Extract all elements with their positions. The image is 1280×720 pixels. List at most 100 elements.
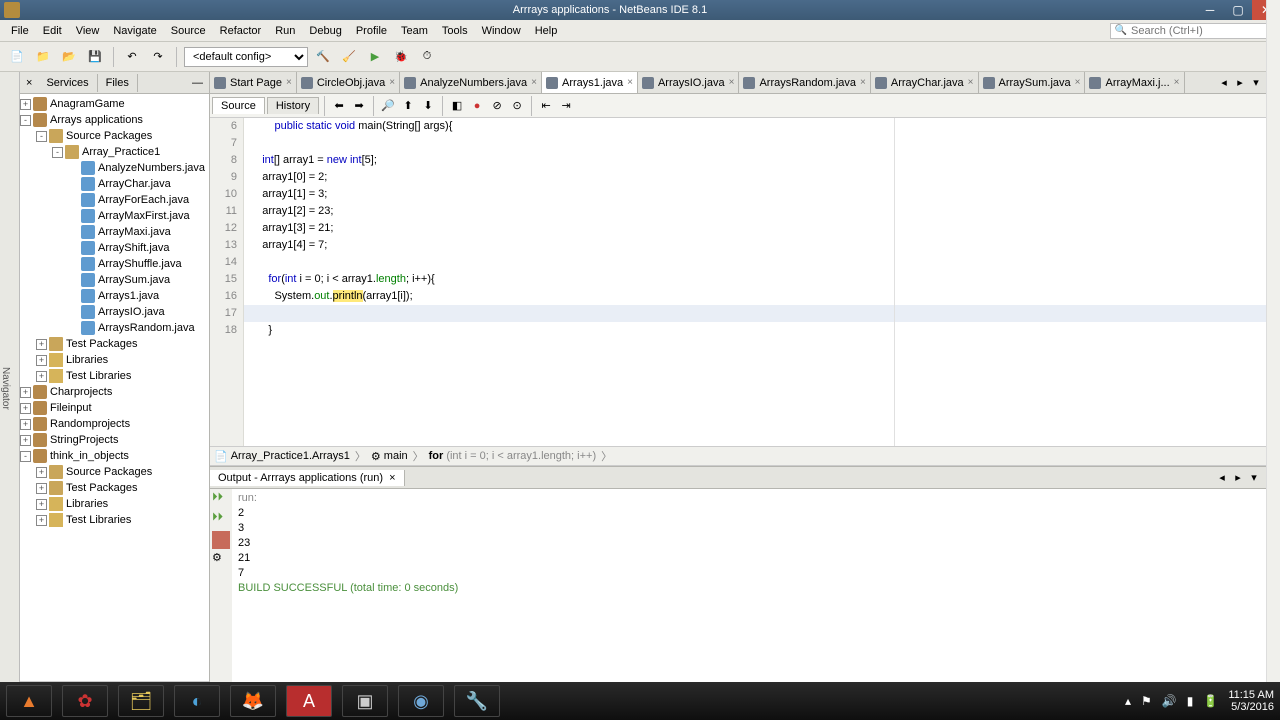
stop-icon[interactable]: ● xyxy=(468,97,486,115)
menu-file[interactable]: File xyxy=(4,23,36,39)
code-body[interactable]: public static void main(String[] args){ … xyxy=(244,118,1280,446)
save-all-icon[interactable]: 💾 xyxy=(84,46,106,68)
battery-icon[interactable]: 🔋 xyxy=(1203,694,1218,708)
tree-node[interactable]: ArraySum.java xyxy=(20,272,209,288)
undo-icon[interactable]: ↶ xyxy=(121,46,143,68)
services-tab[interactable]: Services xyxy=(38,74,97,92)
find-next-icon[interactable]: ⬇ xyxy=(419,97,437,115)
output-dropdown-icon[interactable]: ▾ xyxy=(1246,471,1262,484)
search-input[interactable] xyxy=(1131,25,1271,37)
tree-node[interactable]: -Source Packages xyxy=(20,128,209,144)
tree-node[interactable]: +Fileinput xyxy=(20,400,209,416)
network-icon[interactable]: ▮ xyxy=(1187,694,1194,708)
run-icon[interactable]: ▶ xyxy=(364,46,386,68)
find-selection-icon[interactable]: 🔎 xyxy=(379,97,397,115)
nav-fwd-icon[interactable]: ➡ xyxy=(350,97,368,115)
menu-edit[interactable]: Edit xyxy=(36,23,69,39)
menu-team[interactable]: Team xyxy=(394,23,435,39)
editor-tab[interactable]: ArrayMaxi.j...× xyxy=(1085,72,1184,94)
tree-node[interactable]: ArrayForEach.java xyxy=(20,192,209,208)
menu-tools[interactable]: Tools xyxy=(435,23,475,39)
output-prev-icon[interactable]: ◂ xyxy=(1214,471,1230,484)
editor-tab[interactable]: ArraysIO.java× xyxy=(638,72,739,94)
tree-node[interactable]: +AnagramGame xyxy=(20,96,209,112)
editor-tab[interactable]: ArraySum.java× xyxy=(979,72,1086,94)
editor-tab[interactable]: ArraysRandom.java× xyxy=(739,72,870,94)
menu-navigate[interactable]: Navigate xyxy=(106,23,163,39)
tab-close-icon[interactable]: × xyxy=(729,77,735,88)
chrome-icon[interactable]: ◐ xyxy=(174,685,220,717)
project-tree[interactable]: +AnagramGame-Arrays applications-Source … xyxy=(20,94,209,681)
tabs-right-icon[interactable]: ▸ xyxy=(1232,76,1248,89)
new-project-icon[interactable]: 📁 xyxy=(32,46,54,68)
comment-icon[interactable]: ⊘ xyxy=(488,97,506,115)
tree-node[interactable]: +Test Packages xyxy=(20,480,209,496)
volume-icon[interactable]: 🔊 xyxy=(1162,694,1177,708)
menu-view[interactable]: View xyxy=(69,23,107,39)
rerun2-icon[interactable]: ⏵⏵ xyxy=(212,511,230,529)
tab-close-icon[interactable]: × xyxy=(1075,77,1081,88)
firefox-icon[interactable]: 🦊 xyxy=(230,685,276,717)
menu-source[interactable]: Source xyxy=(164,23,213,39)
tree-node[interactable]: +StringProjects xyxy=(20,432,209,448)
error-stripe[interactable] xyxy=(1266,118,1280,446)
netbeans-icon[interactable]: ◉ xyxy=(398,685,444,717)
tree-node[interactable]: +Randomprojects xyxy=(20,416,209,432)
adobe-reader-icon[interactable]: A xyxy=(286,685,332,717)
editor-tab[interactable]: Start Page× xyxy=(210,72,297,94)
output-tab-close-icon[interactable]: × xyxy=(389,472,395,484)
editor-tab[interactable]: ArrayChar.java× xyxy=(871,72,979,94)
tray-up-icon[interactable]: ▴ xyxy=(1125,694,1131,708)
app3-icon[interactable]: 🔧 xyxy=(454,685,500,717)
tabs-list-icon[interactable]: ▾ xyxy=(1248,76,1264,89)
toggle-highlight-icon[interactable]: ◧ xyxy=(448,97,466,115)
config-select[interactable]: <default config> xyxy=(184,47,308,67)
app2-icon[interactable]: ▣ xyxy=(342,685,388,717)
output-console[interactable]: run:2323217BUILD SUCCESSFUL (total time:… xyxy=(232,489,1280,696)
tree-node[interactable]: ArraysRandom.java xyxy=(20,320,209,336)
files-tab[interactable]: Files xyxy=(98,74,138,92)
tree-node[interactable]: +Libraries xyxy=(20,352,209,368)
tree-node[interactable]: ArrayMaxFirst.java xyxy=(20,208,209,224)
maximize-button[interactable]: ▢ xyxy=(1224,0,1252,20)
clock[interactable]: 11:15 AM 5/3/2016 xyxy=(1228,689,1274,713)
editor-tab[interactable]: Arrays1.java× xyxy=(542,72,638,94)
flag-icon[interactable]: ⚑ xyxy=(1141,694,1152,708)
app1-icon[interactable]: ✿ xyxy=(62,685,108,717)
rerun-icon[interactable]: ⏵⏵ xyxy=(212,491,230,509)
clean-build-icon[interactable]: 🧹 xyxy=(338,46,360,68)
settings-icon[interactable]: ⚙ xyxy=(212,551,230,569)
find-prev-icon[interactable]: ⬆ xyxy=(399,97,417,115)
tree-node[interactable]: Arrays1.java xyxy=(20,288,209,304)
menu-refactor[interactable]: Refactor xyxy=(213,23,269,39)
tree-node[interactable]: +Test Libraries xyxy=(20,368,209,384)
menu-profile[interactable]: Profile xyxy=(349,23,394,39)
line-gutter[interactable]: 6789101112131415161718 xyxy=(210,118,244,446)
panel-minimize-icon[interactable]: — xyxy=(186,77,209,89)
breadcrumb-class[interactable]: 📄 Array_Practice1.Arrays1 xyxy=(214,450,350,463)
tree-node[interactable]: +Source Packages xyxy=(20,464,209,480)
tree-node[interactable]: AnalyzeNumbers.java xyxy=(20,160,209,176)
tree-node[interactable]: +Libraries xyxy=(20,496,209,512)
nav-back-icon[interactable]: ⬅ xyxy=(330,97,348,115)
code-editor[interactable]: 6789101112131415161718 public static voi… xyxy=(210,118,1280,446)
projects-close-icon[interactable]: × xyxy=(20,77,38,89)
menu-help[interactable]: Help xyxy=(528,23,565,39)
build-icon[interactable]: 🔨 xyxy=(312,46,334,68)
profile-icon[interactable]: ⏱ xyxy=(416,46,438,68)
navigator-strip[interactable]: Navigator xyxy=(0,72,20,696)
shift-right-icon[interactable]: ⇥ xyxy=(557,97,575,115)
vlc-icon[interactable]: ▲ xyxy=(6,685,52,717)
new-file-icon[interactable]: 📄 xyxy=(6,46,28,68)
tree-node[interactable]: ArrayChar.java xyxy=(20,176,209,192)
redo-icon[interactable]: ↷ xyxy=(147,46,169,68)
tree-node[interactable]: ArrayShuffle.java xyxy=(20,256,209,272)
tab-close-icon[interactable]: × xyxy=(968,77,974,88)
tab-close-icon[interactable]: × xyxy=(1174,77,1180,88)
tab-close-icon[interactable]: × xyxy=(531,77,537,88)
source-tab[interactable]: Source xyxy=(212,97,265,114)
stop-output-icon[interactable] xyxy=(212,531,230,549)
file-explorer-icon[interactable]: 🗂 xyxy=(118,685,164,717)
history-tab[interactable]: History xyxy=(267,97,319,114)
open-project-icon[interactable]: 📂 xyxy=(58,46,80,68)
